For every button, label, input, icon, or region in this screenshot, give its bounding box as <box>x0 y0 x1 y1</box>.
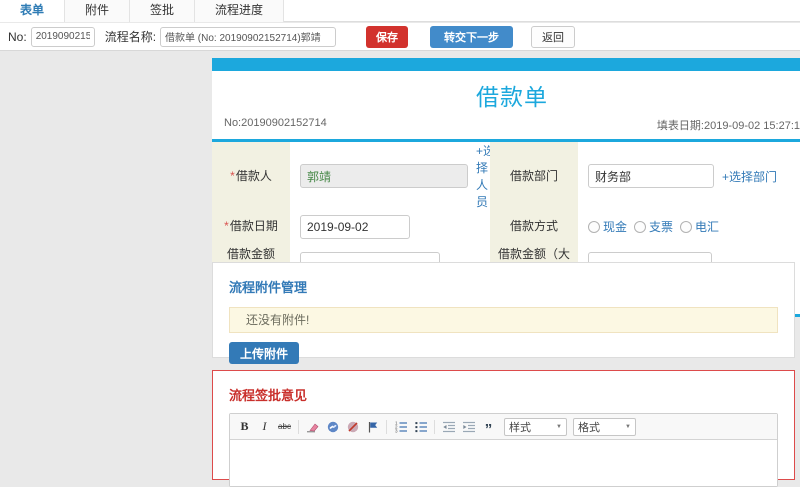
radio-circle-icon[interactable] <box>588 220 600 233</box>
no-label: No: <box>8 29 27 44</box>
attachments-heading: 流程附件管理 <box>229 280 308 295</box>
remove-format-icon[interactable] <box>303 417 322 436</box>
loan-date-label: *借款日期 <box>212 210 290 243</box>
process-name-input[interactable] <box>160 26 337 47</box>
required-asterisk: * <box>224 219 229 234</box>
borrower-label: *借款人 <box>212 142 290 210</box>
radio-circle-icon[interactable] <box>634 220 647 233</box>
upload-attachment-button[interactable]: 上传附件 <box>229 342 300 364</box>
select-department-link[interactable]: +选择部门 <box>722 168 777 185</box>
styles-dropdown-label: 样式 <box>509 421 531 434</box>
anchor-flag-icon[interactable] <box>363 417 382 436</box>
forward-next-step-button[interactable]: 转交下一步 <box>430 25 514 48</box>
format-dropdown[interactable]: 格式 ▼ <box>573 417 636 436</box>
loan-method-label: 借款方式 <box>490 210 578 243</box>
blockquote-icon[interactable]: ” <box>479 417 498 437</box>
loan-method-radio-group: 现金 支票 电汇 <box>588 218 719 235</box>
approval-heading: 流程签批意见 <box>229 388 308 403</box>
tab-form[interactable]: 表单 <box>0 0 66 22</box>
department-input[interactable] <box>588 164 714 188</box>
required-asterisk: * <box>230 168 235 183</box>
tab-bar: 表单 附件 签批 流程进度 <box>0 0 800 22</box>
radio-cheque[interactable]: 支票 <box>634 218 673 235</box>
italic-icon[interactable]: I <box>255 417 274 436</box>
styles-dropdown[interactable]: 样式 ▼ <box>504 417 567 436</box>
indent-icon[interactable] <box>459 417 478 436</box>
radio-wire[interactable]: 电汇 <box>680 218 719 235</box>
format-dropdown-label: 格式 <box>578 421 600 434</box>
toolbar-separator <box>434 419 435 434</box>
radio-circle-icon[interactable] <box>680 220 693 233</box>
unlink-icon[interactable] <box>343 417 362 436</box>
toolbar-separator <box>386 419 387 434</box>
numbered-list-icon[interactable]: 123 <box>391 417 410 436</box>
form-title: 借款单 <box>476 84 548 110</box>
tab-approval[interactable]: 签批 <box>130 0 196 22</box>
back-button[interactable]: 返回 <box>531 25 576 48</box>
tab-attachment[interactable]: 附件 <box>65 0 131 22</box>
radio-wire-label: 电汇 <box>695 220 720 234</box>
link-icon[interactable] <box>323 417 342 436</box>
radio-cash[interactable]: 现金 <box>588 218 627 235</box>
action-toolbar: No: 流程名称: 保存 转交下一步 返回 <box>0 23 800 51</box>
department-label: 借款部门 <box>490 142 578 210</box>
no-attachments-alert: 还没有附件! <box>229 307 778 333</box>
strikethrough-icon[interactable]: abc <box>275 417 294 436</box>
form-fill-date: 填表日期:2019-09-02 15:27:1 <box>656 120 800 132</box>
approval-comments-panel: 流程签批意见 B I abc 123 ” 样式 ▼ 格式 ▼ <box>212 370 795 487</box>
form-meta-row: No:20190902152714 填表日期:2019-09-02 15:27:… <box>212 115 800 139</box>
bold-icon[interactable]: B <box>235 417 254 436</box>
editor-content-area[interactable] <box>230 440 777 486</box>
borrower-input[interactable] <box>300 164 468 188</box>
editor-toolbar: B I abc 123 ” 样式 ▼ 格式 ▼ <box>230 414 777 440</box>
form-doc-no: No:20190902152714 <box>224 117 327 129</box>
svg-text:3: 3 <box>395 428 398 433</box>
chevron-down-icon: ▼ <box>556 423 562 430</box>
radio-cheque-label: 支票 <box>649 220 674 234</box>
toolbar-separator <box>298 419 299 434</box>
process-name-label: 流程名称: <box>104 30 157 44</box>
no-input[interactable] <box>30 26 95 47</box>
attachments-panel: 流程附件管理 还没有附件! 上传附件 <box>212 262 795 364</box>
chevron-down-icon: ▼ <box>625 423 631 430</box>
loan-date-input[interactable] <box>300 214 410 239</box>
radio-cash-label: 现金 <box>603 220 628 234</box>
rich-text-editor: B I abc 123 ” 样式 ▼ 格式 ▼ <box>229 413 778 487</box>
form-header-bar <box>212 58 800 71</box>
bulleted-list-icon[interactable] <box>411 417 430 436</box>
outdent-icon[interactable] <box>439 417 458 436</box>
save-button[interactable]: 保存 <box>366 25 409 48</box>
tab-progress[interactable]: 流程进度 <box>195 0 285 22</box>
